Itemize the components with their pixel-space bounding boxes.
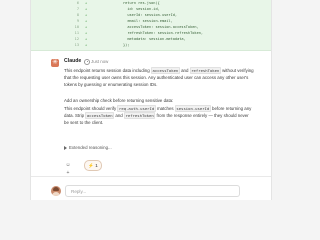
review-comment: ✳ Claude Just now This endpoint returns …	[31, 52, 271, 176]
user-avatar-icon	[51, 186, 61, 196]
inline-code: accessToken	[150, 67, 180, 74]
add-reaction-icon[interactable]: ☺+	[64, 161, 72, 176]
reaction-pill[interactable]: ⚡ 1	[84, 160, 102, 171]
timestamp: Just now	[91, 58, 109, 64]
conversation-panel: 6 + return res.json({ 7 + id: session.id, 8…	[30, 0, 272, 200]
extended-reasoning-toggle[interactable]: Extended reasoning...	[64, 145, 112, 152]
inline-code: refreshToken	[123, 112, 156, 119]
inline-code: req.auth.userId	[117, 105, 156, 112]
comment-paragraph: This endpoint returns session data inclu…	[64, 67, 254, 87]
reply-composer: Reply...	[31, 176, 271, 200]
inline-code: accessToken	[85, 112, 115, 119]
claude-logo-icon: ✳	[51, 59, 59, 67]
code-diff: 6 + return res.json({ 7 + id: session.id, 8…	[31, 0, 271, 51]
comment-paragraph: Add an ownership check before returning …	[64, 98, 174, 103]
reply-input[interactable]: Reply...	[65, 185, 240, 197]
clock-icon	[84, 59, 90, 65]
expand-triangle-icon	[64, 145, 67, 150]
diff-line: 13 +});	[74, 43, 130, 47]
inline-code: refreshToken	[189, 67, 221, 74]
inline-code: session.userId	[174, 105, 211, 112]
sender-name: Claude	[64, 58, 82, 64]
comment-paragraph: This endpoint should verify req.auth.use…	[64, 105, 252, 125]
